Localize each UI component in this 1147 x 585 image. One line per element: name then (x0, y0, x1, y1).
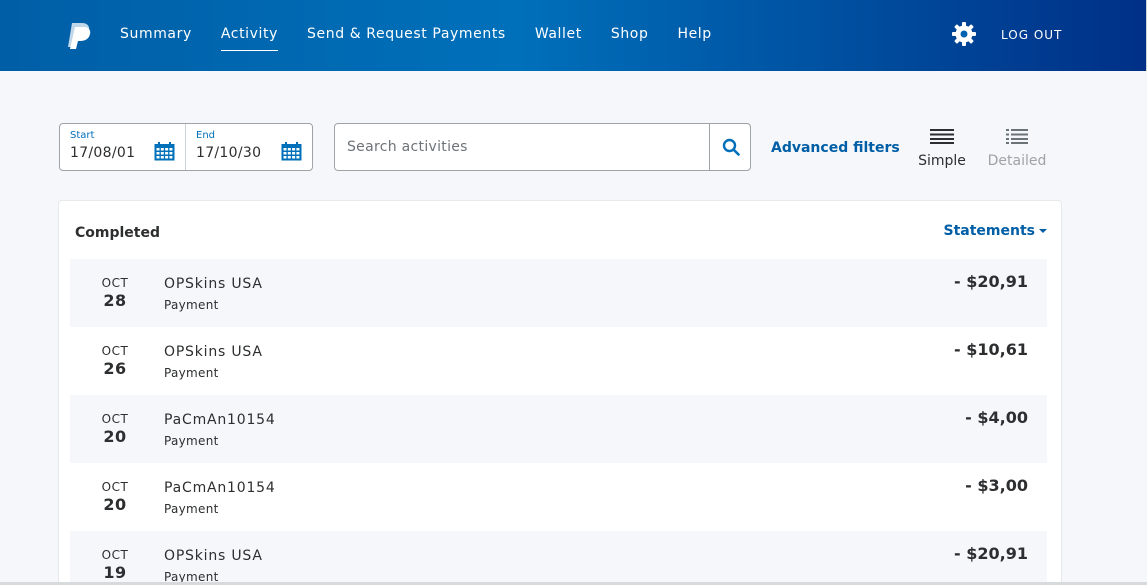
row-counterparty: OPSkins USA (164, 344, 263, 360)
start-date-caption: Start (70, 130, 95, 141)
end-date-caption: End (196, 130, 216, 141)
search-box (334, 123, 751, 171)
search-input[interactable] (335, 124, 709, 170)
activity-row[interactable]: OCT 28 OPSkins USA Payment - $20,91 (70, 259, 1047, 327)
row-day: 20 (103, 495, 127, 514)
row-day: 28 (103, 291, 127, 310)
nav-send-request-payments[interactable]: Send & Request Payments (307, 0, 506, 71)
main-nav: Summary Activity Send & Request Payments… (120, 0, 741, 71)
nav-wallet[interactable]: Wallet (535, 0, 582, 71)
row-month: OCT (101, 344, 129, 358)
advanced-filters-link[interactable]: Advanced filters (771, 140, 900, 156)
row-type: Payment (164, 366, 219, 380)
start-date-field[interactable]: Start 17/08/01 (60, 124, 186, 170)
caret-down-icon (1039, 229, 1047, 233)
activity-row[interactable]: OCT 19 OPSkins USA Payment - $20,91 (70, 531, 1047, 585)
logout-link[interactable]: LOG OUT (1001, 28, 1062, 42)
row-amount: - $4,00 (965, 408, 1028, 427)
row-counterparty: PaCmAn10154 (164, 480, 276, 496)
end-date-value[interactable]: 17/10/30 (196, 145, 261, 161)
detailed-view-label: Detailed (987, 153, 1047, 169)
simple-view-toggle[interactable]: Simple (912, 128, 972, 169)
row-day: 26 (103, 359, 127, 378)
row-day: 20 (103, 427, 127, 446)
start-date-value[interactable]: 17/08/01 (70, 145, 135, 161)
statements-label: Statements (943, 223, 1036, 239)
row-counterparty: PaCmAn10154 (164, 412, 276, 428)
row-counterparty: OPSkins USA (164, 276, 263, 292)
section-title: Completed (75, 225, 161, 241)
row-amount: - $20,91 (954, 272, 1028, 291)
top-navigation-bar: Summary Activity Send & Request Payments… (0, 0, 1147, 71)
row-amount: - $10,61 (954, 340, 1028, 359)
detailed-view-toggle[interactable]: Detailed (987, 128, 1047, 169)
calendar-icon[interactable] (154, 142, 175, 161)
statements-dropdown[interactable]: Statements (943, 223, 1047, 239)
search-button[interactable] (709, 124, 750, 170)
gear-icon[interactable] (951, 21, 977, 47)
date-range-picker: Start 17/08/01 End 17/10/30 (59, 123, 313, 171)
calendar-icon[interactable] (281, 142, 302, 161)
search-icon (722, 138, 740, 156)
activity-row[interactable]: OCT 26 OPSkins USA Payment - $10,61 (70, 327, 1047, 395)
row-month: OCT (101, 480, 129, 494)
row-type: Payment (164, 434, 219, 448)
row-month: OCT (101, 548, 129, 562)
activity-row[interactable]: OCT 20 PaCmAn10154 Payment - $3,00 (70, 463, 1047, 531)
nav-summary[interactable]: Summary (120, 0, 192, 71)
row-amount: - $20,91 (954, 544, 1028, 563)
nav-activity[interactable]: Activity (220, 0, 279, 71)
row-amount: - $3,00 (965, 476, 1028, 495)
list-detailed-icon (1006, 129, 1028, 144)
row-type: Payment (164, 298, 219, 312)
nav-shop[interactable]: Shop (611, 0, 649, 71)
end-date-field[interactable]: End 17/10/30 (186, 124, 312, 170)
row-counterparty: OPSkins USA (164, 548, 263, 564)
activity-list: OCT 28 OPSkins USA Payment - $20,91 OCT … (70, 259, 1047, 585)
list-simple-icon (930, 129, 954, 144)
simple-view-label: Simple (918, 153, 966, 169)
activity-row[interactable]: OCT 20 PaCmAn10154 Payment - $4,00 (70, 395, 1047, 463)
row-month: OCT (101, 412, 129, 426)
row-type: Payment (164, 502, 219, 516)
paypal-logo-icon[interactable] (64, 20, 94, 50)
activity-card: Completed Statements OCT 28 OPSkins USA … (58, 200, 1062, 585)
row-month: OCT (101, 276, 129, 290)
row-day: 19 (103, 563, 127, 582)
nav-help[interactable]: Help (677, 0, 711, 71)
